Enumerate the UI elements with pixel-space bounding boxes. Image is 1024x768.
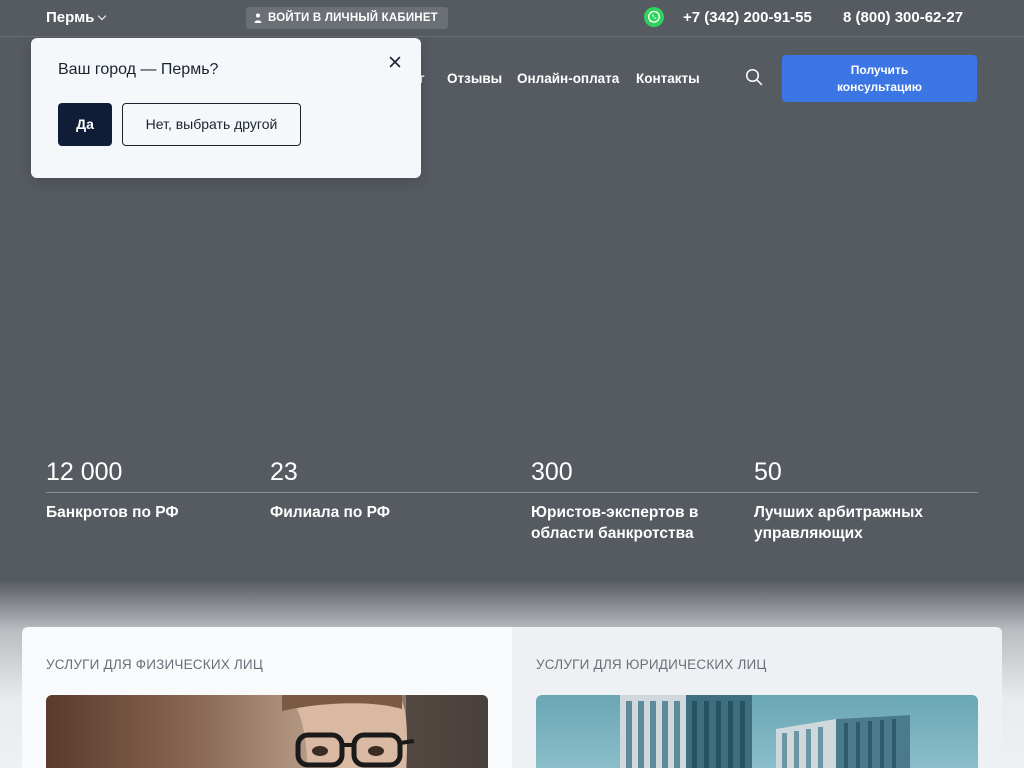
nav-item-reviews[interactable]: Отзывы — [447, 71, 502, 86]
stat-label-line1: Банкротов по РФ — [46, 504, 179, 521]
services-companies-title[interactable]: УСЛУГИ ДЛЯ ЮРИДИЧЕСКИХ ЛИЦ — [536, 657, 767, 672]
services-individuals-title[interactable]: УСЛУГИ ДЛЯ ФИЗИЧЕСКИХ ЛИЦ — [46, 657, 263, 672]
city-question: Ваш город — Пермь? — [58, 61, 219, 78]
stat-label-line1: Филиала по РФ — [270, 504, 391, 521]
stat-label-line1: Лучших арбитражных — [754, 504, 923, 521]
phone-local[interactable]: +7 (342) 200-91-55 — [683, 9, 812, 26]
city-confirm-popup: Ваш город — Пермь? Да Нет, выбрать друго… — [31, 38, 421, 178]
personal-cabinet-label: ВОЙТИ В ЛИЧНЫЙ КАБИНЕТ — [268, 12, 438, 24]
stat-value: 50 — [754, 458, 782, 486]
stat-value: 23 — [270, 458, 298, 486]
stat-label: Юристов-экспертов в области банкротства — [531, 502, 698, 544]
stat-label-line2: области банкротства — [531, 525, 694, 542]
stat-label: Филиала по РФ — [270, 502, 390, 523]
city-selector[interactable]: Пермь — [46, 9, 107, 26]
stat-label-line2: управляющих — [754, 525, 863, 542]
choose-other-city-button[interactable]: Нет, выбрать другой — [122, 103, 301, 146]
man-with-glasses-image — [46, 695, 488, 768]
cta-label-line1: Получить — [850, 63, 909, 77]
cta-label-line2: консультацию — [836, 80, 923, 94]
stat-divider — [46, 492, 270, 493]
nav-item-online-payment[interactable]: Онлайн-оплата — [517, 71, 619, 86]
top-bar: Пермь ВОЙТИ В ЛИЧНЫЙ КАБИНЕТ +7 (342) 20… — [0, 0, 1024, 37]
individuals-photo[interactable] — [46, 695, 488, 768]
stat-value: 300 — [531, 458, 573, 486]
stat-divider — [531, 492, 754, 493]
stat-divider — [270, 492, 531, 493]
stat-label-line1: Юристов-экспертов в — [531, 504, 699, 521]
get-consultation-button[interactable]: Получить консультацию — [782, 55, 977, 102]
phone-federal[interactable]: 8 (800) 300-62-27 — [843, 9, 963, 26]
chevron-down-icon — [98, 11, 107, 20]
user-icon — [254, 13, 262, 23]
city-name: Пермь — [46, 9, 95, 26]
close-icon[interactable] — [389, 56, 401, 68]
stat-divider — [754, 492, 978, 493]
stat-value: 12 000 — [46, 458, 123, 486]
companies-photo[interactable] — [536, 695, 978, 768]
nav-item-contacts[interactable]: Контакты — [636, 71, 700, 86]
stat-label: Банкротов по РФ — [46, 502, 179, 523]
confirm-city-button[interactable]: Да — [58, 103, 112, 146]
search-icon[interactable] — [745, 68, 763, 86]
personal-cabinet-button[interactable]: ВОЙТИ В ЛИЧНЫЙ КАБИНЕТ — [246, 7, 448, 29]
services-card: УСЛУГИ ДЛЯ ФИЗИЧЕСКИХ ЛИЦ УСЛУГИ ДЛЯ ЮРИ… — [22, 627, 1002, 768]
stat-label: Лучших арбитражных управляющих — [754, 502, 923, 544]
whatsapp-icon[interactable] — [644, 7, 664, 27]
office-buildings-image — [536, 695, 978, 768]
